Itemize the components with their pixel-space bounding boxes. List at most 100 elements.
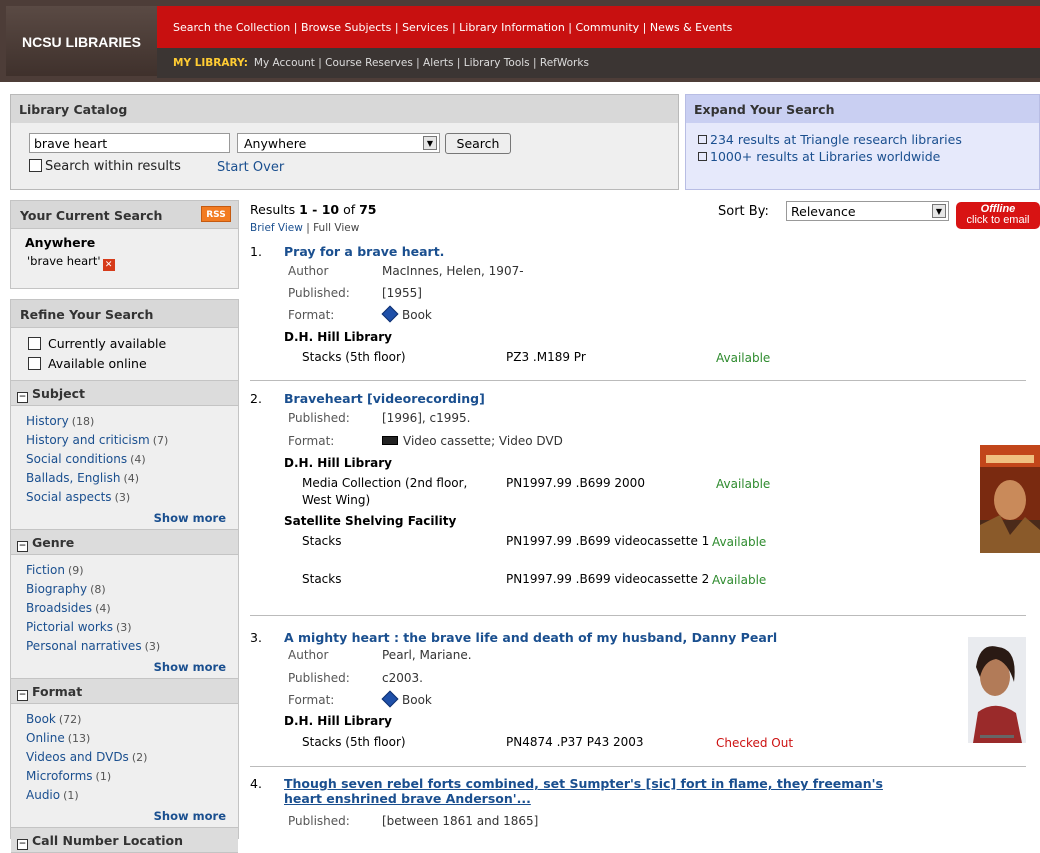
search-scope-select[interactable]: Anywhere ▼ (237, 133, 440, 153)
published-row: Published: [between 1861 and 1865] (288, 814, 538, 828)
full-view-link[interactable]: Full View (313, 222, 359, 234)
facet-item[interactable]: Fiction (9) (26, 561, 238, 580)
facet-item[interactable]: Microforms (1) (26, 767, 238, 786)
holding-location: Stacks (5th floor) (302, 735, 406, 749)
facet-item[interactable]: History (18) (26, 412, 238, 431)
nav-services[interactable]: Services (402, 21, 448, 34)
nav-separator: | (639, 21, 650, 34)
facet-item[interactable]: Pictorial works (3) (26, 618, 238, 637)
results-total: 75 (359, 202, 377, 217)
call-number: PN1997.99 .B699 videocassette 1 (506, 534, 710, 548)
facet-list-genre: Fiction (9) Biography (8) Broadsides (4) Pi… (11, 555, 238, 660)
result-title-link[interactable]: Braveheart [videorecording] (284, 391, 924, 406)
nav-library-information[interactable]: Library Information (459, 21, 565, 34)
nav-browse-subjects[interactable]: Browse Subjects (301, 21, 391, 34)
facet-item[interactable]: Broadsides (4) (26, 599, 238, 618)
facet-item[interactable]: History and criticism (7) (26, 431, 238, 450)
facet-item-count: (3) (116, 621, 132, 634)
facet-item[interactable]: Biography (8) (26, 580, 238, 599)
facet-item[interactable]: Book (72) (26, 710, 238, 729)
catalog-title: Library Catalog (11, 95, 678, 123)
chevron-down-icon[interactable]: ▼ (423, 136, 437, 150)
chevron-down-icon[interactable]: ▼ (932, 204, 946, 218)
search-within-checkbox[interactable] (29, 159, 42, 172)
result-title-link[interactable]: A mighty heart : the brave life and deat… (284, 630, 924, 645)
facet-item[interactable]: Social conditions (4) (26, 450, 238, 469)
facet-item-label: Audio (26, 788, 61, 802)
facet-item-label: Pictorial works (26, 620, 114, 634)
show-more-subject[interactable]: Show more (11, 511, 238, 529)
library-name: D.H. Hill Library (284, 330, 392, 344)
nav-library-tools[interactable]: Library Tools (464, 57, 530, 69)
facet-item[interactable]: Personal narratives (3) (26, 637, 238, 656)
facet-header-call-number-location[interactable]: − Call Number Location (11, 827, 238, 853)
result-title-link[interactable]: Though seven rebel forts combined, set S… (284, 776, 924, 806)
facet-item[interactable]: Ballads, English (4) (26, 469, 238, 488)
show-more-genre[interactable]: Show more (11, 660, 238, 678)
collapse-icon[interactable]: − (17, 541, 28, 552)
nav-search-collection[interactable]: Search the Collection (173, 21, 290, 34)
facet-header-format[interactable]: − Format (11, 678, 238, 704)
facet-name: Subject (32, 386, 85, 401)
nav-alerts[interactable]: Alerts (423, 57, 453, 69)
braveheart-cover-thumbnail[interactable] (980, 445, 1040, 553)
divider (250, 615, 1026, 616)
nav-refworks[interactable]: RefWorks (540, 57, 589, 69)
offline-sublabel: click to email (966, 214, 1030, 226)
facet-item-label: Biography (26, 582, 88, 596)
brief-view-link[interactable]: Brief View (250, 222, 303, 234)
filter-currently-available[interactable]: Currently available (11, 334, 238, 354)
facet-item[interactable]: Videos and DVDs (2) (26, 748, 238, 767)
offline-email-button[interactable]: Offline click to email (956, 202, 1040, 229)
format-value: Video cassette; Video DVD (403, 434, 563, 448)
field-label: Author (288, 648, 329, 662)
facet-item-count: (18) (71, 415, 95, 428)
result-title-link[interactable]: Pray for a brave heart. (284, 244, 924, 259)
facet-item-count: (8) (90, 583, 106, 596)
facet-item-label: Social aspects (26, 490, 112, 504)
status-badge: Available (716, 477, 771, 491)
collapse-icon[interactable]: − (17, 839, 28, 850)
filter-available-online[interactable]: Available online (11, 354, 238, 374)
facet-item-count: (2) (131, 751, 148, 764)
expand-link-triangle[interactable]: 234 results at Triangle research librari… (686, 131, 1039, 148)
facet-header-subject[interactable]: − Subject (11, 380, 238, 406)
collapse-icon[interactable]: − (17, 392, 28, 403)
nav-news-events[interactable]: News & Events (650, 21, 733, 34)
collapse-icon[interactable]: − (17, 690, 28, 701)
holding-location: Stacks (302, 534, 342, 548)
published-value: [between 1861 and 1865] (382, 814, 539, 828)
facet-item[interactable]: Online (13) (26, 729, 238, 748)
start-over-link[interactable]: Start Over (217, 160, 284, 175)
sort-select[interactable]: Relevance ▼ (786, 201, 949, 221)
current-search-field: Anywhere (25, 235, 96, 250)
search-input[interactable]: brave heart (29, 133, 230, 153)
nav-community[interactable]: Community (576, 21, 640, 34)
available-online-checkbox[interactable] (28, 357, 41, 370)
currently-available-checkbox[interactable] (28, 337, 41, 350)
author-row: Author MacInnes, Helen, 1907- (288, 264, 524, 278)
facet-item[interactable]: Audio (1) (26, 786, 238, 805)
facet-item-label: Videos and DVDs (26, 750, 129, 764)
facet-item[interactable]: Social aspects (3) (26, 488, 238, 507)
results-of: of (339, 202, 360, 217)
a-mighty-heart-cover-thumbnail[interactable] (968, 637, 1026, 743)
field-label: Published: (288, 286, 350, 300)
facet-item-label: Personal narratives (26, 639, 142, 653)
facet-item-count: (7) (152, 434, 169, 447)
expand-link-worldwide[interactable]: 1000+ results at Libraries worldwide (686, 148, 1039, 165)
format-row: Format: Book (288, 305, 432, 323)
status-badge: Available (712, 535, 767, 549)
facet-header-genre[interactable]: − Genre (11, 529, 238, 555)
view-separator: | (302, 222, 314, 234)
search-within-option[interactable]: Search within results (29, 159, 181, 174)
rss-icon[interactable]: RSS (201, 206, 231, 222)
nav-course-reserves[interactable]: Course Reserves (325, 57, 413, 69)
field-label: Format: (288, 693, 335, 707)
search-button[interactable]: Search (445, 133, 511, 154)
ncsu-libraries-logo[interactable]: NCSU LIBRARIES (6, 6, 157, 76)
remove-term-icon[interactable]: ✕ (102, 259, 115, 271)
nav-my-account[interactable]: My Account (254, 57, 315, 69)
library-name: Satellite Shelving Facility (284, 514, 457, 528)
show-more-format[interactable]: Show more (11, 809, 238, 827)
